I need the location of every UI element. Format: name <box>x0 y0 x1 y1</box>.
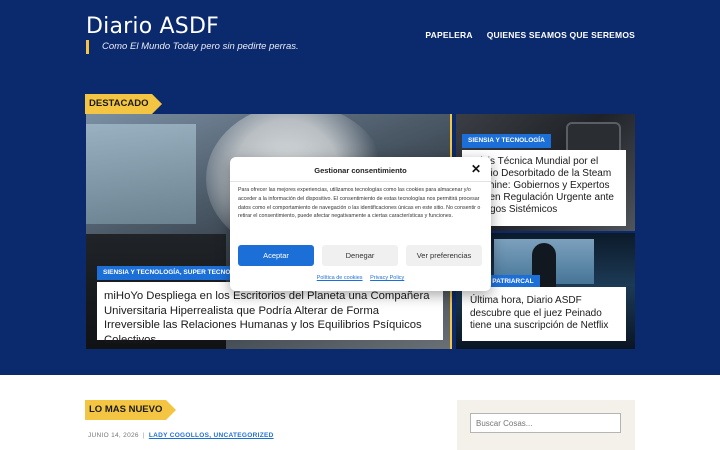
modal-body: Para ofrecer las mejores experiencias, u… <box>238 187 481 220</box>
deny-button[interactable]: Denegar <box>322 245 398 266</box>
preferences-button[interactable]: Ver preferencias <box>406 245 482 266</box>
category-badge-right-top[interactable]: SIENSIA Y TECNOLOGÍA <box>462 134 551 148</box>
post-meta: JUNIO 14, 2026 | LADY COGOLLOS, UNCATEGORI… <box>88 432 274 439</box>
cookie-consent-modal: Gestionar consentimiento ✕ Para ofrecer … <box>230 157 491 291</box>
post-date: JUNIO 14, 2026 <box>88 432 139 439</box>
category-badge-main[interactable]: SIENSIA Y TECNOLOGÍA, SUPER TECNO FAC <box>97 266 252 280</box>
meta-separator: | <box>142 432 145 439</box>
privacy-policy-link[interactable]: Privacy Policy <box>370 275 404 281</box>
headline-right-bottom[interactable]: Última hora, Diario ASDF descubre que el… <box>462 287 626 341</box>
modal-buttons: Aceptar Denegar Ver preferencias <box>238 245 482 266</box>
modal-links: Política de cookies Privacy Policy <box>230 275 491 281</box>
accept-button[interactable]: Aceptar <box>238 245 314 266</box>
nav-item-papelera[interactable]: PAPELERA <box>425 30 472 40</box>
section-tag-destacado: DESTACADO <box>85 94 164 114</box>
site-title[interactable]: Diario ASDF <box>86 14 219 39</box>
post-author-categories[interactable]: LADY COGOLLOS, UNCATEGORIZED <box>149 432 274 439</box>
search-input[interactable] <box>470 413 621 433</box>
nav-item-quienes[interactable]: QUIENES SEAMOS QUE SEREMOS <box>487 30 635 40</box>
cookie-policy-link[interactable]: Política de cookies <box>317 275 363 281</box>
section-tag-lo-mas-nuevo: LO MAS NUEVO <box>85 400 177 420</box>
main-nav: PAPELERA QUIENES SEAMOS QUE SEREMOS <box>425 30 635 40</box>
close-icon[interactable]: ✕ <box>471 163 481 175</box>
sidebar <box>457 400 635 450</box>
bg-window <box>86 124 196 224</box>
modal-divider <box>230 181 491 182</box>
modal-title: Gestionar consentimiento <box>314 166 407 175</box>
site-tagline: Como El Mundo Today pero sin pedirte per… <box>86 40 299 54</box>
